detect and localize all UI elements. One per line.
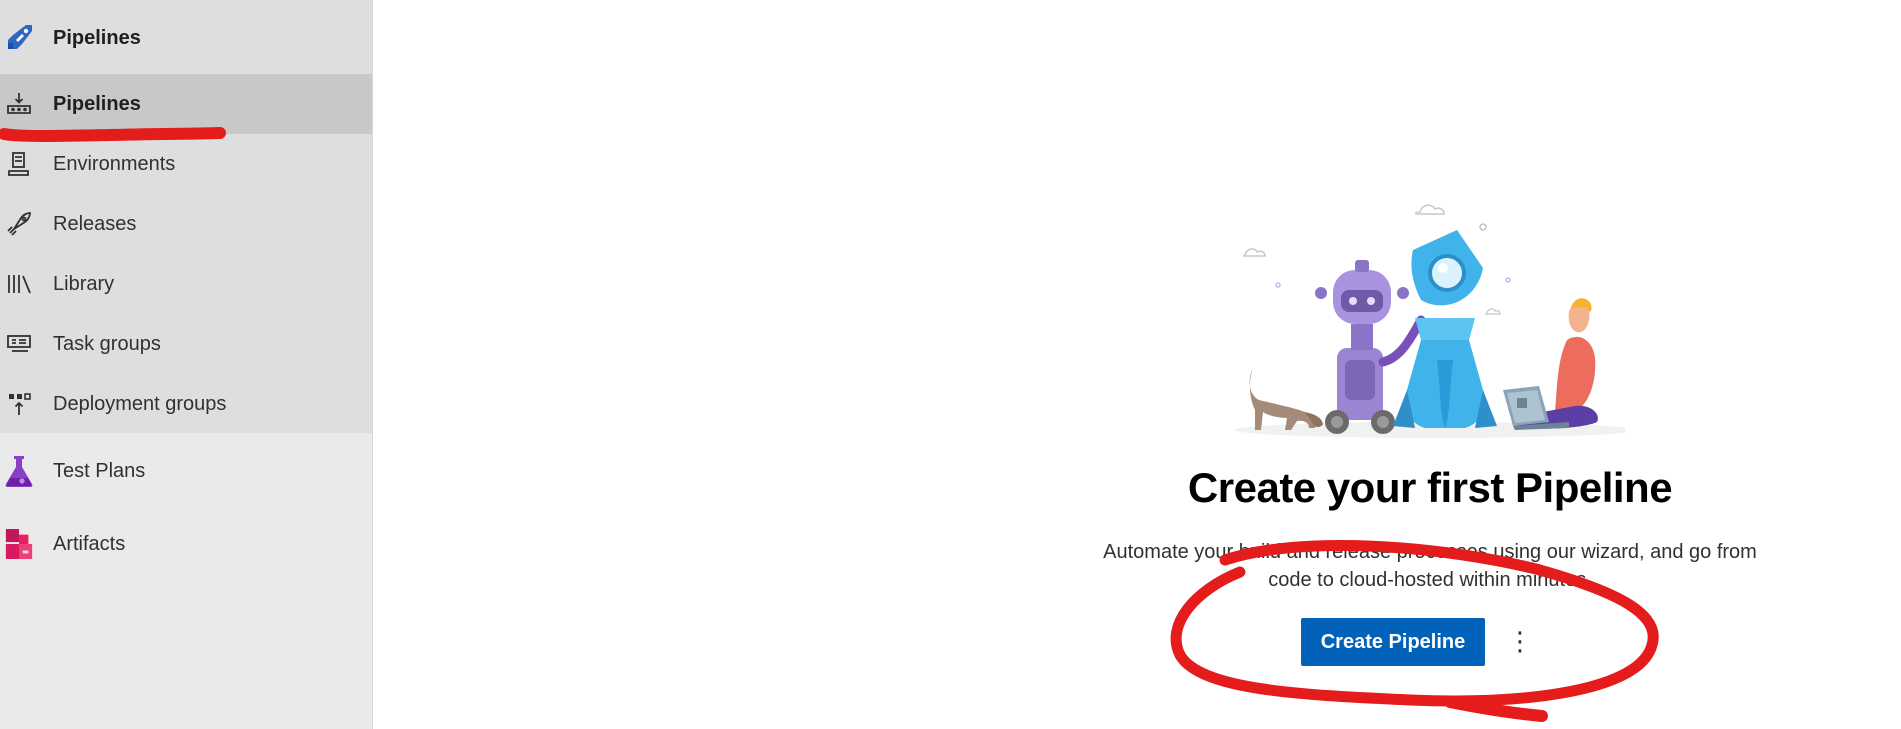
nav-service-label: Pipelines xyxy=(53,27,141,49)
sidebar-item-task-groups[interactable]: Task groups xyxy=(0,314,372,374)
description-line: Automate your build and release processe… xyxy=(1103,541,1757,563)
app-window: Pipelines Pipelines Environments Release… xyxy=(0,0,1901,729)
sidebar-item-pipelines[interactable]: Pipelines xyxy=(0,74,372,134)
empty-state-title: Create your first Pipeline xyxy=(1187,464,1673,511)
empty-state-description: Automate your build and release processe… xyxy=(1080,538,1780,594)
sidebar-item-deployment-groups[interactable]: Deployment groups xyxy=(0,374,372,434)
nav-service-label: Artifacts xyxy=(53,533,126,555)
sidebar-item-label: Deployment groups xyxy=(53,393,227,415)
create-pipeline-button[interactable]: Create Pipeline xyxy=(1301,618,1485,666)
pipeline-illustration xyxy=(1225,190,1635,440)
left-nav-sidebar: Pipelines Pipelines Environments Release… xyxy=(0,0,373,729)
sidebar-item-label: Releases xyxy=(53,213,137,235)
library-icon xyxy=(4,269,34,299)
environments-icon xyxy=(4,149,34,179)
artifacts-icon xyxy=(4,529,34,559)
sidebar-item-label: Library xyxy=(53,273,115,295)
more-options-button[interactable]: ⋮ xyxy=(1502,618,1538,666)
task-groups-icon xyxy=(4,329,34,359)
sidebar-item-environments[interactable]: Environments xyxy=(0,134,372,194)
nav-service-test-plans[interactable]: Test Plans xyxy=(0,441,372,501)
nav-service-artifacts[interactable]: Artifacts xyxy=(0,514,372,574)
description-line: code to cloud-hosted within minutes. xyxy=(1268,569,1592,591)
nav-service-pipelines[interactable]: Pipelines xyxy=(0,8,372,68)
nav-service-label: Test Plans xyxy=(53,460,146,482)
rocket-icon xyxy=(4,209,34,239)
sidebar-item-label: Pipelines xyxy=(53,93,141,115)
pipelines-icon xyxy=(4,89,34,119)
sidebar-item-releases[interactable]: Releases xyxy=(0,194,372,254)
sidebar-item-label: Task groups xyxy=(53,333,161,355)
azure-pipelines-icon xyxy=(4,23,34,53)
sidebar-item-library[interactable]: Library xyxy=(0,254,372,314)
sidebar-item-label: Environments xyxy=(53,153,176,175)
test-plans-icon xyxy=(4,456,34,487)
deployment-groups-icon xyxy=(4,389,34,419)
